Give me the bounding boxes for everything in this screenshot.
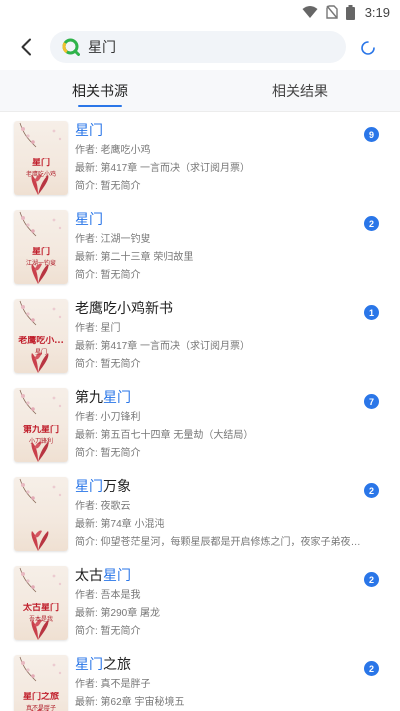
book-intro: 简介: 暂无简介: [75, 181, 141, 192]
tab-related-sources[interactable]: 相关书源: [0, 70, 200, 111]
cover-title: 星门: [31, 158, 50, 168]
cover-author: 星门: [34, 350, 47, 356]
no-sim-icon: [325, 5, 338, 19]
book-intro: 简介: 暂无简介: [75, 626, 141, 637]
book-latest-chapter: 最新: 第417章 一言而决（求订阅月票）: [75, 163, 251, 174]
book-info: 第九星门作者: 小刀锋利最新: 第五百七十四章 无量劫（大结局） 简介: 暂无简介: [75, 388, 365, 460]
book-author: 作者: 小刀锋利: [75, 412, 141, 423]
book-latest-chapter: 最新: 第62章 宇宙秘境五: [75, 697, 185, 708]
book-title: 星门万象: [75, 477, 365, 495]
cover-title: 第九星门: [22, 425, 59, 435]
book-cover: 星门 老鹰吃小鸡: [14, 121, 68, 195]
book-author: 作者: 江湖一钓叟: [75, 234, 151, 245]
book-info: 老鹰吃小鸡新书作者: 星门最新: 第417章 一言而决（求订阅月票） 简介: 暂无…: [75, 299, 365, 371]
list-item[interactable]: 老鹰吃小... 星门 老鹰吃小鸡新书作者: 星门最新: 第417章 一言而决（求订阅…: [0, 290, 400, 379]
title-highlight: 星门: [75, 478, 103, 494]
book-author: 作者: 真不是胖子: [75, 679, 151, 690]
search-logo-icon: [62, 38, 80, 56]
list-item[interactable]: 星门之旅 真不是胖子 星门之旅 作者: 真不是胖子 最新: 第62章 宇宙秘境五 2: [0, 646, 400, 711]
source-count-badge: 2: [364, 661, 379, 676]
book-author: 作者: 老鹰吃小鸡: [75, 145, 151, 156]
wifi-icon: [302, 5, 318, 19]
book-intro: 简介: 暂无简介: [75, 448, 141, 459]
book-info: 太古星门作者: 吾本是我最新: 第290章 屠龙 简介: 暂无简介: [75, 566, 365, 638]
search-box[interactable]: [50, 31, 346, 63]
source-count-badge: 9: [364, 127, 379, 142]
book-latest-chapter: 最新: 第74章 小混沌: [75, 519, 165, 530]
title-highlight: 星门: [75, 656, 103, 672]
cover-author: 真不是胖子: [25, 706, 56, 711]
back-arrow-icon: [21, 38, 31, 56]
list-item[interactable]: 星门 江湖一钓叟 星门 作者: 江湖一钓叟 最新: 第二十三章 荣归故里 简介: 暂无简介…: [0, 201, 400, 290]
book-title: 老鹰吃小鸡新书: [75, 299, 365, 317]
tab-bar: 相关书源 相关结果: [0, 70, 400, 112]
book-intro: 简介: 暂无简介: [75, 359, 141, 370]
cover-author: 小刀锋利: [28, 439, 53, 445]
book-cover: 星门 江湖一钓叟: [14, 210, 68, 284]
search-input[interactable]: [88, 39, 318, 55]
title-highlight: 星门: [75, 211, 103, 227]
cover-title: 太古星门: [22, 603, 59, 613]
book-title: 星门之旅: [75, 655, 365, 673]
book-author: 作者: 星门: [75, 323, 121, 334]
book-latest-chapter: 最新: 第五百七十四章 无量劫（大结局）: [75, 430, 254, 441]
book-author: 作者: 夜歌云: [75, 501, 131, 512]
source-count-badge: 7: [364, 394, 379, 409]
status-time: 3:19: [364, 4, 390, 20]
book-cover: 老鹰吃小... 星门: [14, 299, 68, 373]
book-info: 星门万象作者: 夜歌云最新: 第74章 小混沌简介: 仰望苍茫星河，每颗星辰都是…: [75, 477, 365, 549]
loading-spinner-icon: [361, 41, 375, 55]
book-cover: 太古星门 吾本是我: [14, 566, 68, 640]
title-highlight: 星门: [103, 567, 131, 583]
cover-title: 星门之旅: [22, 692, 59, 702]
battery-icon: [345, 4, 355, 20]
cover-author: 江湖一钓叟: [25, 261, 56, 267]
cover-author: 老鹰吃小鸡: [25, 172, 56, 178]
book-info: 星门作者: 老鹰吃小鸡最新: 第417章 一言而决（求订阅月票） 简介: 暂无简介: [75, 121, 365, 193]
book-cover: 星门之旅 真不是胖子: [14, 655, 68, 711]
book-intro: 简介: 暂无简介: [75, 270, 141, 281]
cover-title: 老鹰吃小...: [18, 336, 64, 346]
book-title: 星门: [75, 210, 365, 228]
status-bar: 3:19: [0, 0, 400, 24]
book-cover: [14, 477, 68, 551]
result-list: 星门 老鹰吃小鸡 星门 作者: 老鹰吃小鸡 最新: 第417章 一言而决（求订阅月票）简…: [0, 112, 400, 711]
cover-author: 吾本是我: [28, 617, 53, 623]
cover-title: 星门: [31, 247, 50, 257]
tab-related-results[interactable]: 相关结果: [200, 70, 400, 111]
plum-blossom-illustration: [19, 478, 62, 551]
title-text: 太古: [75, 567, 103, 583]
title-text: 第九: [75, 389, 103, 405]
book-latest-chapter: 最新: 第417章 一言而决（求订阅月票）: [75, 341, 251, 352]
back-button[interactable]: [14, 32, 38, 62]
source-count-badge: 2: [364, 483, 379, 498]
book-info: 星门之旅作者: 真不是胖子最新: 第62章 宇宙秘境五: [75, 655, 365, 711]
book-latest-chapter: 最新: 第290章 屠龙: [75, 608, 161, 619]
list-item[interactable]: 星门 老鹰吃小鸡 星门 作者: 老鹰吃小鸡 最新: 第417章 一言而决（求订阅月票）简…: [0, 112, 400, 201]
book-title: 星门: [75, 121, 365, 139]
book-intro: 简介: 仰望苍茫星河，每颗星辰都是开启修炼之门，夜家子弟夜星辰，仰…: [75, 537, 363, 548]
list-item[interactable]: 星门万象作者: 夜歌云最新: 第74章 小混沌简介: 仰望苍茫星河，每颗星辰都是…: [0, 468, 400, 557]
book-cover: 第九星门 小刀锋利: [14, 388, 68, 462]
top-bar: [0, 24, 400, 70]
book-latest-chapter: 最新: 第二十三章 荣归故里: [75, 252, 194, 263]
book-author: 作者: 吾本是我: [75, 590, 141, 601]
title-highlight: 星门: [75, 122, 103, 138]
book-title: 第九星门: [75, 388, 365, 406]
book-info: 星门作者: 江湖一钓叟最新: 第二十三章 荣归故里 简介: 暂无简介: [75, 210, 365, 282]
list-item[interactable]: 第九星门 小刀锋利 第九星门 作者: 小刀锋利 最新: 第五百七十四章 无量劫（大结局）…: [0, 379, 400, 468]
book-title: 太古星门: [75, 566, 365, 584]
title-text: 之旅: [103, 656, 131, 672]
title-text: 老鹰吃小鸡新书: [75, 300, 173, 316]
list-item[interactable]: 太古星门 吾本是我 太古星门 作者: 吾本是我 最新: 第290章 屠龙 简介: 暂无简介…: [0, 557, 400, 646]
source-count-badge: 1: [364, 305, 379, 320]
source-count-badge: 2: [364, 216, 379, 231]
source-count-badge: 2: [364, 572, 379, 587]
title-text: 万象: [103, 478, 131, 494]
title-highlight: 星门: [103, 389, 131, 405]
